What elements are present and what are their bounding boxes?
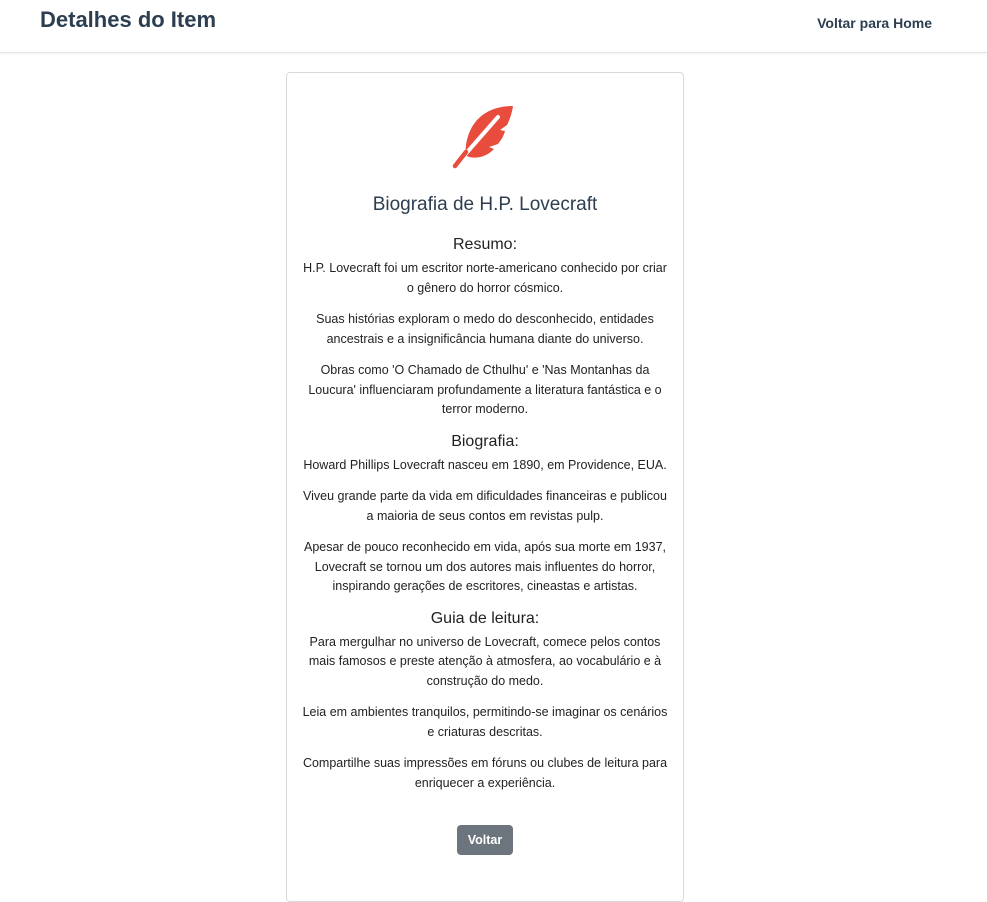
section-paragraph: Compartilhe suas impressões em fóruns ou…	[302, 756, 668, 790]
top-navbar: Detalhes do Item Voltar para Home	[0, 0, 987, 53]
section-paragraph: H.P. Lovecraft foi um escritor norte-ame…	[303, 261, 667, 295]
item-detail-card: Biografia de H.P. Lovecraft Resumo: H.P.…	[286, 72, 684, 902]
back-to-home-link[interactable]: Voltar para Home	[817, 14, 932, 32]
section-paragraph: Viveu grande parte da vida em dificuldad…	[303, 489, 667, 523]
section-paragraph: Leia em ambientes tranquilos, permitindo…	[302, 705, 668, 739]
summary-section: Resumo: H.P. Lovecraft foi um escritor n…	[299, 235, 671, 420]
section-heading: Resumo:	[452, 236, 518, 253]
reading-guide-section: Guia de leitura: Para mergulhar no unive…	[299, 609, 671, 794]
section-paragraph: Howard Phillips Lovecraft nasceu em 1890…	[303, 457, 667, 472]
biography-section: Biografia: Howard Phillips Lovecraft nas…	[299, 432, 671, 597]
item-title: Biografia de H.P. Lovecraft	[372, 194, 598, 215]
section-paragraph: Obras como 'O Chamado de Cthulhu' e 'Nas…	[308, 363, 662, 416]
section-heading: Biografia:	[451, 432, 519, 450]
section-paragraph: Suas histórias exploram o medo do descon…	[316, 312, 654, 346]
back-button[interactable]: Voltar	[456, 825, 514, 855]
section-heading: Guia de leitura:	[430, 609, 540, 627]
section-paragraph: Para mergulhar no universo de Lovecraft,…	[308, 634, 662, 688]
page-title: Detalhes do Item	[40, 7, 217, 32]
section-paragraph: Apesar de pouco reconhecido em vida, apó…	[303, 540, 667, 593]
feather-icon	[452, 106, 513, 169]
